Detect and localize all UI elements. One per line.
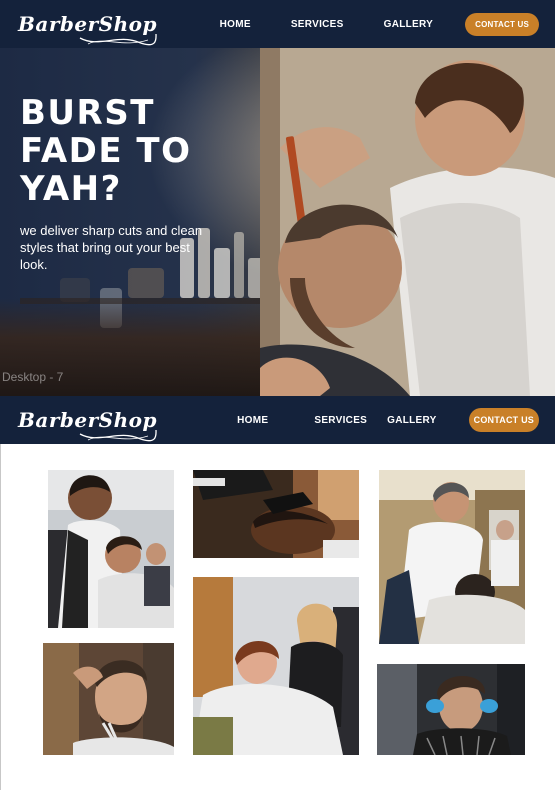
hero-section: BURST FADE TO YAH? we deliver sharp cuts… (0, 48, 555, 396)
brand-logo-secondary[interactable]: BarberShop (18, 408, 157, 442)
gallery-grid (0, 444, 555, 790)
gallery-photo-6[interactable] (377, 664, 525, 755)
nav-home[interactable]: HOME (220, 19, 251, 30)
hero-title-line-2: FADE TO (20, 131, 192, 171)
hero-subtitle: we deliver sharp cuts and clean styles t… (20, 223, 203, 272)
frame-label: Desktop - 7 (2, 370, 64, 384)
contact-us-button-secondary[interactable]: CONTACT US (468, 408, 539, 432)
gallery-photo-5[interactable] (43, 643, 174, 755)
hero-title-line-3: YAH? (20, 169, 122, 209)
secondary-menu: HOME SERVICES GALLERY CONTACT US (237, 408, 539, 432)
top-navbar: BarberShop HOME SERVICES GALLERY CONTACT… (0, 0, 555, 48)
contact-us-button[interactable]: CONTACT US (465, 12, 539, 36)
nav-services[interactable]: SERVICES (291, 19, 344, 30)
brand-logo[interactable]: BarberShop (18, 12, 157, 46)
hero-title: BURST FADE TO YAH? (20, 94, 192, 208)
gallery-photo-3[interactable] (379, 470, 525, 644)
gallery-photo-1[interactable] (48, 470, 174, 628)
nav-services-secondary[interactable]: SERVICES (314, 415, 367, 426)
hero-title-line-1: BURST (20, 93, 155, 133)
nav-home-secondary[interactable]: HOME (237, 415, 268, 426)
nav-gallery-secondary[interactable]: GALLERY (387, 415, 437, 426)
secondary-navbar: BarberShop HOME SERVICES GALLERY CONTACT… (0, 396, 555, 444)
gallery-photo-4[interactable] (193, 577, 359, 755)
gallery-photo-2[interactable] (193, 470, 359, 558)
main-menu: HOME SERVICES GALLERY CONTACT US (220, 12, 539, 36)
barber-cutting-hair-image (260, 48, 555, 396)
nav-gallery[interactable]: GALLERY (384, 19, 434, 30)
